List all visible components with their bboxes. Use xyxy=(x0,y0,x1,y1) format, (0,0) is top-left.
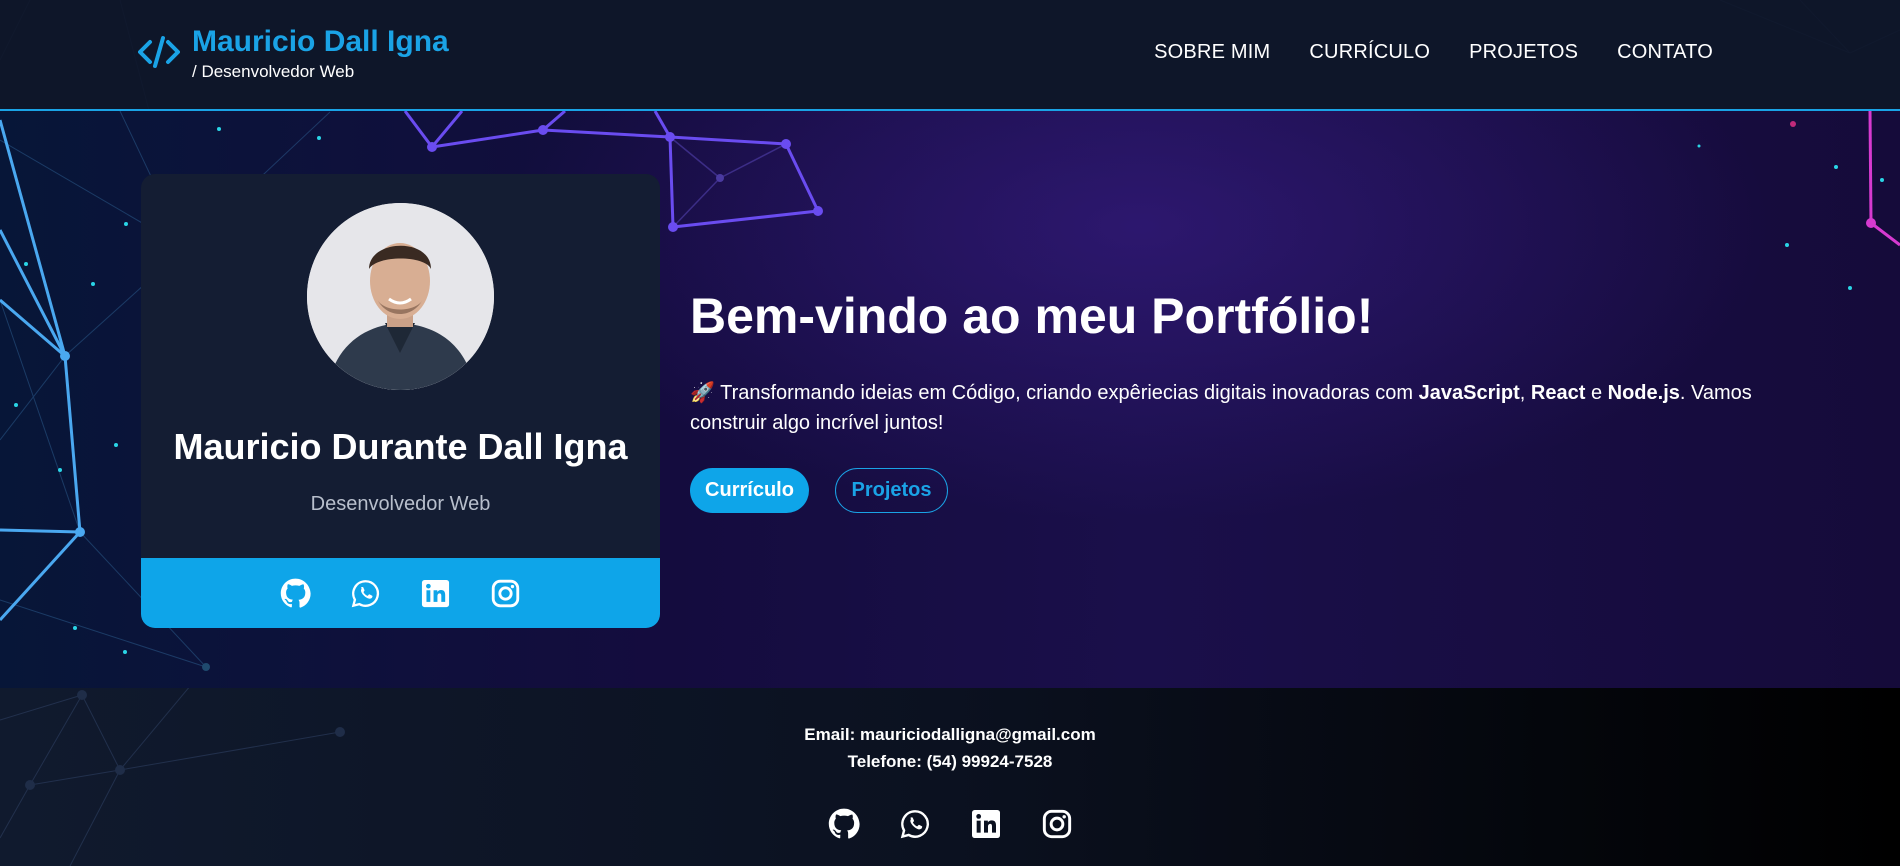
curriculo-button[interactable]: Currículo xyxy=(690,468,809,513)
linkedin-icon[interactable] xyxy=(970,808,1002,840)
tech-nodejs: Node.js xyxy=(1607,382,1680,404)
brand-subtitle: / Desenvolvedor Web xyxy=(192,62,355,81)
projetos-button[interactable]: Projetos xyxy=(835,468,948,513)
code-icon xyxy=(138,36,180,68)
main-nav: SOBRE MIM CURRÍCULO PROJETOS CONTATO xyxy=(1154,41,1713,64)
profile-card: Mauricio Durante Dall Igna Desenvolvedor… xyxy=(141,174,660,628)
profile-name: Mauricio Durante Dall Igna xyxy=(173,426,628,467)
brand-title: Mauricio Dall Igna xyxy=(192,25,449,58)
github-icon[interactable] xyxy=(828,808,860,840)
nav-sobre-mim[interactable]: SOBRE MIM xyxy=(1154,41,1270,64)
tech-javascript: JavaScript xyxy=(1418,382,1520,404)
whatsapp-icon[interactable] xyxy=(350,578,381,609)
site-header: Mauricio Dall Igna / Desenvolvedor Web S… xyxy=(0,0,1900,111)
nav-projetos[interactable]: PROJETOS xyxy=(1469,41,1578,64)
footer-social-bar xyxy=(0,808,1900,840)
footer-email[interactable]: Email: mauriciodalligna@gmail.com xyxy=(0,721,1900,748)
profile-role: Desenvolvedor Web xyxy=(310,493,491,515)
footer-phone[interactable]: Telefone: (54) 99924-7528 xyxy=(0,748,1900,775)
avatar xyxy=(307,203,494,390)
hero-title: Bem-vindo ao meu Portfólio! xyxy=(690,288,1374,344)
whatsapp-icon[interactable] xyxy=(899,808,931,840)
linkedin-icon[interactable] xyxy=(420,578,451,609)
nav-curriculo[interactable]: CURRÍCULO xyxy=(1309,41,1430,64)
footer-contact: Email: mauriciodalligna@gmail.com Telefo… xyxy=(0,721,1900,775)
profile-social-bar xyxy=(141,558,660,628)
rocket-icon: 🚀 xyxy=(690,382,715,404)
hero-actions: Currículo Projetos xyxy=(690,468,948,513)
instagram-icon[interactable] xyxy=(1041,808,1073,840)
instagram-icon[interactable] xyxy=(490,578,521,609)
nav-contato[interactable]: CONTATO xyxy=(1617,41,1713,64)
tech-react: React xyxy=(1530,382,1586,404)
brand[interactable]: Mauricio Dall Igna / Desenvolvedor Web xyxy=(138,24,449,82)
github-icon[interactable] xyxy=(280,578,311,609)
hero-intro: 🚀 Transformando ideias em Código, criand… xyxy=(690,382,1752,434)
